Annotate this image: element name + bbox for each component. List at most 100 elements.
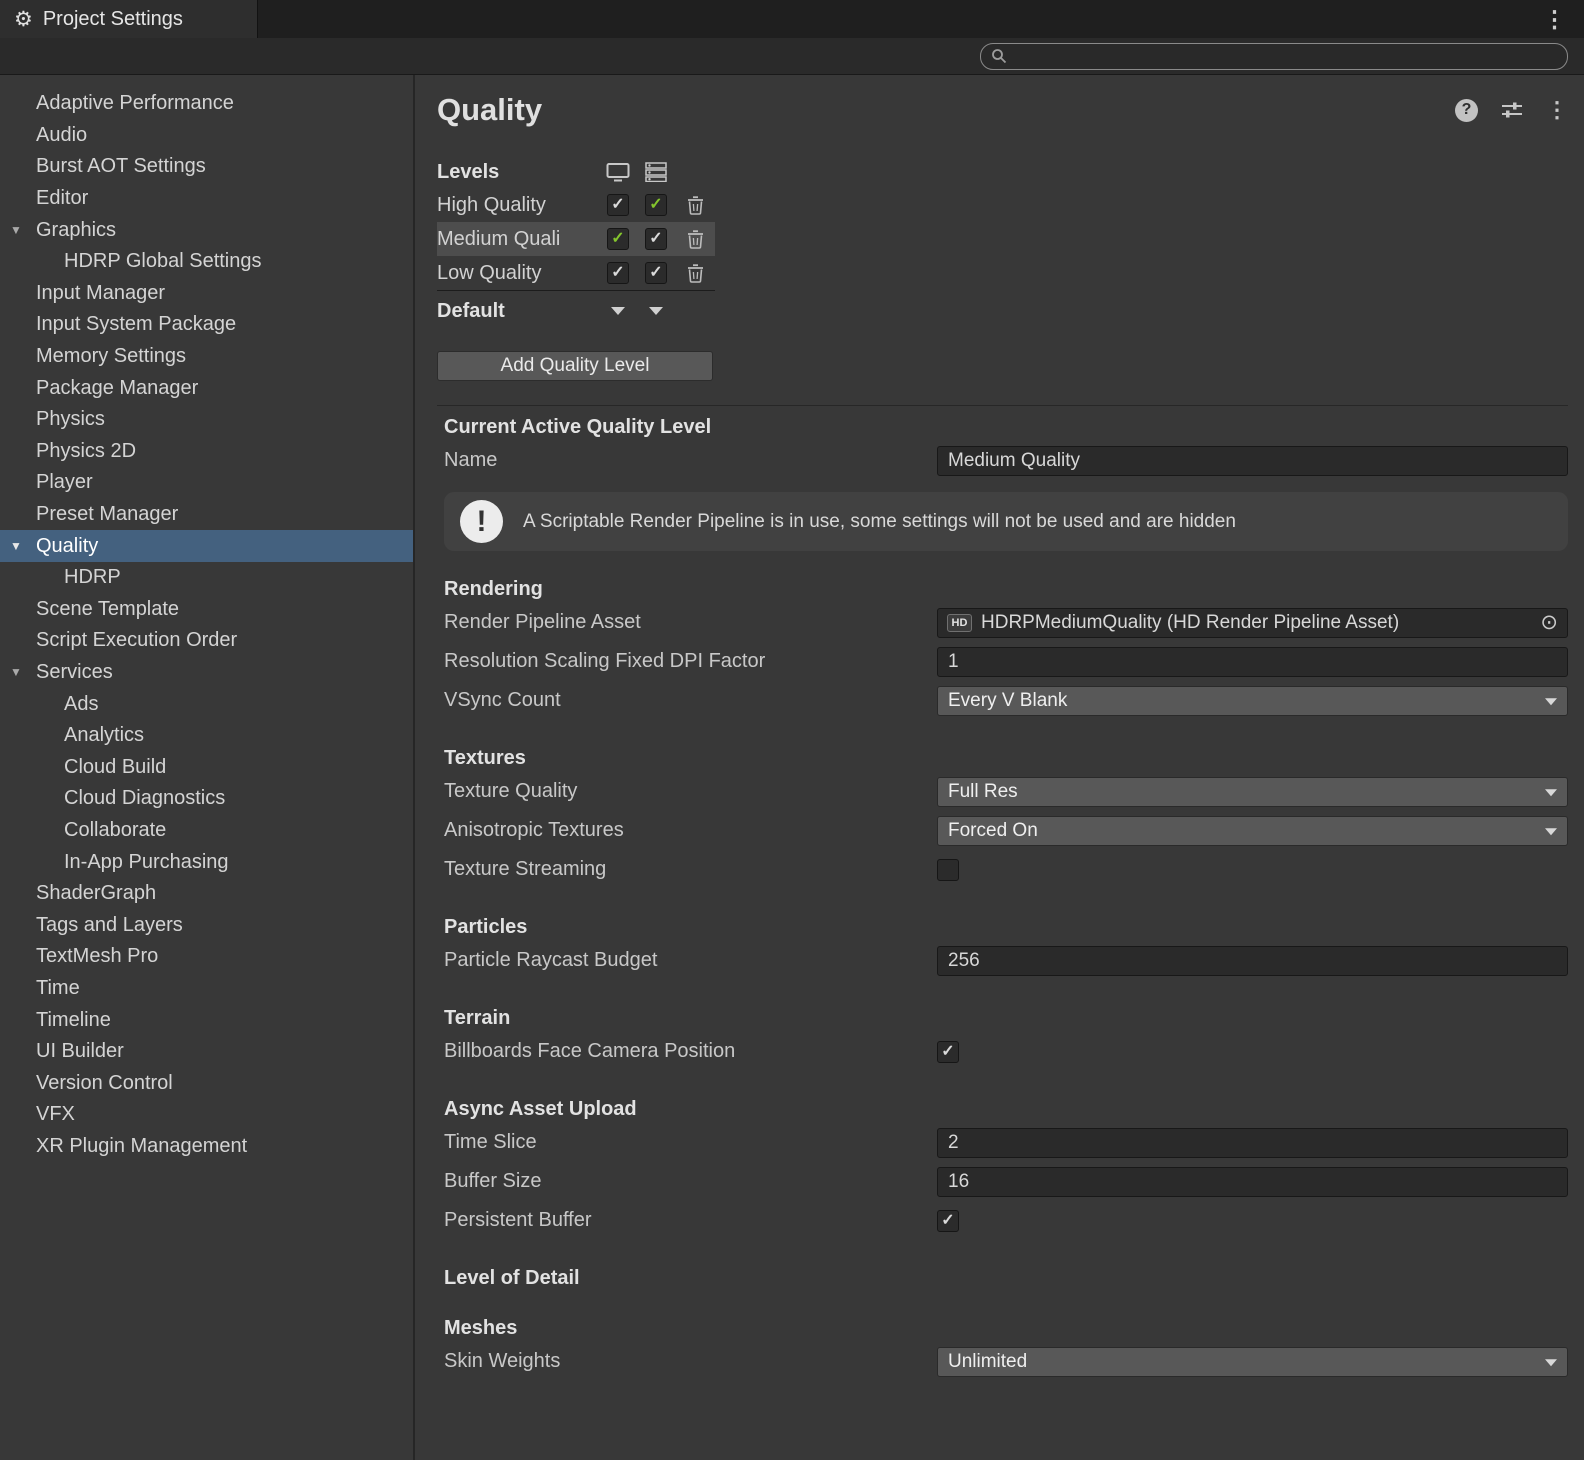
sidebar-item-scene-template[interactable]: Scene Template <box>0 594 413 626</box>
texture-quality-dropdown[interactable]: Full Res <box>937 777 1568 807</box>
sidebar-item-hdrp-global-settings[interactable]: HDRP Global Settings <box>0 246 413 278</box>
level-enabled-checkbox[interactable]: ✓ <box>645 262 667 284</box>
sidebar-item-preset-manager[interactable]: Preset Manager <box>0 499 413 531</box>
sidebar-item-physics[interactable]: Physics <box>0 404 413 436</box>
levels-header-label: Levels <box>437 161 599 184</box>
sidebar-item-services[interactable]: ▼ Services <box>0 657 413 689</box>
texture-streaming-checkbox[interactable] <box>937 859 959 881</box>
default-level-dropdown[interactable] <box>599 291 637 331</box>
sidebar-item-script-execution-order[interactable]: Script Execution Order <box>0 625 413 657</box>
chevron-down-icon <box>1545 828 1557 835</box>
window-kebab-icon[interactable]: ⋮ <box>1525 0 1584 38</box>
sidebar-item-tags-and-layers[interactable]: Tags and Layers <box>0 909 413 941</box>
sidebar-item-player[interactable]: Player <box>0 467 413 499</box>
page-title: Quality <box>437 92 542 128</box>
sidebar-item-adaptive-performance[interactable]: Adaptive Performance <box>0 88 413 120</box>
setting-row-resolution-scaling: Resolution Scaling Fixed DPI Factor 1 <box>444 642 1568 681</box>
quality-level-row-high[interactable]: High Quality ✓ ✓ <box>437 188 715 222</box>
presets-sliders-icon[interactable] <box>1500 99 1524 121</box>
sidebar-item-textmesh-pro[interactable]: TextMesh Pro <box>0 941 413 973</box>
sidebar-item-in-app-purchasing[interactable]: In-App Purchasing <box>0 846 413 878</box>
sidebar-item-cloud-diagnostics[interactable]: Cloud Diagnostics <box>0 783 413 815</box>
sidebar-item-analytics[interactable]: Analytics <box>0 720 413 752</box>
sidebar-item-vfx[interactable]: VFX <box>0 1099 413 1131</box>
persistent-buffer-checkbox[interactable]: ✓ <box>937 1210 959 1232</box>
setting-row-buffer-size: Buffer Size 16 <box>444 1162 1568 1201</box>
object-picker-icon[interactable]: ⊙ <box>1540 612 1558 633</box>
sidebar-item-physics-2d[interactable]: Physics 2D <box>0 436 413 468</box>
setting-label: Texture Quality <box>444 780 937 803</box>
sidebar-item-quality[interactable]: ▼ Quality <box>0 530 413 562</box>
sidebar-item-timeline[interactable]: Timeline <box>0 1004 413 1036</box>
quality-level-row-medium[interactable]: Medium Quali ✓ ✓ <box>437 222 715 256</box>
time-slice-input[interactable]: 2 <box>937 1128 1568 1158</box>
info-message: A Scriptable Render Pipeline is in use, … <box>523 511 1236 533</box>
level-enabled-checkbox[interactable]: ✓ <box>645 194 667 216</box>
delete-level-icon[interactable] <box>675 222 715 256</box>
foldout-triangle-icon[interactable]: ▼ <box>10 665 22 679</box>
levels-header-row: Levels <box>437 156 715 188</box>
delete-level-icon[interactable] <box>675 256 715 290</box>
render-pipeline-asset-field[interactable]: HD HDRPMediumQuality (HD Render Pipeline… <box>937 608 1568 638</box>
sidebar-item-time[interactable]: Time <box>0 973 413 1005</box>
panel-header: Quality ? ⋮ <box>437 88 1568 132</box>
level-enabled-checkbox[interactable]: ✓ <box>607 262 629 284</box>
setting-row-billboards-face-camera: Billboards Face Camera Position ✓ <box>444 1032 1568 1071</box>
setting-row-name: Name Medium Quality <box>444 441 1568 480</box>
sidebar-item-ads[interactable]: Ads <box>0 688 413 720</box>
vsync-count-dropdown[interactable]: Every V Blank <box>937 686 1568 716</box>
setting-label: Render Pipeline Asset <box>444 611 937 634</box>
section-divider <box>437 405 1568 406</box>
sidebar-item-input-system-package[interactable]: Input System Package <box>0 309 413 341</box>
level-enabled-checkbox[interactable]: ✓ <box>607 194 629 216</box>
sidebar-item-burst-aot-settings[interactable]: Burst AOT Settings <box>0 151 413 183</box>
sidebar-item-hdrp[interactable]: HDRP <box>0 562 413 594</box>
billboards-face-camera-checkbox[interactable]: ✓ <box>937 1041 959 1063</box>
sidebar-item-xr-plugin-management[interactable]: XR Plugin Management <box>0 1131 413 1163</box>
setting-row-render-pipeline-asset: Render Pipeline Asset HD HDRPMediumQuali… <box>444 603 1568 642</box>
setting-row-persistent-buffer: Persistent Buffer ✓ <box>444 1201 1568 1240</box>
foldout-triangle-icon[interactable]: ▼ <box>10 223 22 237</box>
setting-label: Texture Streaming <box>444 858 937 881</box>
setting-row-texture-streaming: Texture Streaming <box>444 850 1568 889</box>
desktop-platform-icon[interactable] <box>599 156 637 188</box>
sidebar-item-cloud-build[interactable]: Cloud Build <box>0 751 413 783</box>
resolution-scaling-dpi-input[interactable]: 1 <box>937 647 1568 677</box>
level-enabled-checkbox[interactable]: ✓ <box>645 228 667 250</box>
sidebar-item-editor[interactable]: Editor <box>0 183 413 215</box>
sidebar-item-memory-settings[interactable]: Memory Settings <box>0 341 413 373</box>
default-level-row: Default <box>437 291 715 331</box>
search-input[interactable] <box>1014 46 1557 66</box>
particle-raycast-budget-input[interactable]: 256 <box>937 946 1568 976</box>
skin-weights-dropdown[interactable]: Unlimited <box>937 1347 1568 1377</box>
anisotropic-textures-dropdown[interactable]: Forced On <box>937 816 1568 846</box>
platform-list-icon[interactable] <box>637 156 675 188</box>
sidebar-item-input-manager[interactable]: Input Manager <box>0 278 413 310</box>
quality-level-row-low[interactable]: Low Quality ✓ ✓ <box>437 256 715 290</box>
sidebar-item-audio[interactable]: Audio <box>0 120 413 152</box>
quality-name-input[interactable]: Medium Quality <box>937 446 1568 476</box>
search-box[interactable] <box>980 43 1568 70</box>
default-label: Default <box>437 300 599 323</box>
sidebar-item-collaborate[interactable]: Collaborate <box>0 815 413 847</box>
buffer-size-input[interactable]: 16 <box>937 1167 1568 1197</box>
foldout-triangle-icon[interactable]: ▼ <box>10 539 22 553</box>
delete-level-icon[interactable] <box>675 188 715 222</box>
section-level-of-detail: Level of Detail <box>437 1267 1568 1290</box>
help-icon[interactable]: ? <box>1455 99 1478 122</box>
titlebar: ⚙ Project Settings ⋮ <box>0 0 1584 38</box>
add-quality-level-button[interactable]: Add Quality Level <box>437 351 713 381</box>
tab-project-settings[interactable]: ⚙ Project Settings <box>0 0 258 38</box>
current-active-quality-section: Current Active Quality Level Name Medium… <box>437 416 1568 551</box>
chevron-down-icon <box>1545 698 1557 705</box>
sidebar-item-graphics[interactable]: ▼ Graphics <box>0 214 413 246</box>
level-enabled-checkbox[interactable]: ✓ <box>607 228 629 250</box>
panel-kebab-icon[interactable]: ⋮ <box>1546 97 1568 123</box>
setting-row-time-slice: Time Slice 2 <box>444 1123 1568 1162</box>
sidebar-item-package-manager[interactable]: Package Manager <box>0 372 413 404</box>
default-level-dropdown[interactable] <box>637 291 675 331</box>
sidebar-item-ui-builder[interactable]: UI Builder <box>0 1036 413 1068</box>
sidebar-item-version-control[interactable]: Version Control <box>0 1067 413 1099</box>
sidebar-item-shadergraph[interactable]: ShaderGraph <box>0 878 413 910</box>
level-name: Medium Quali <box>437 228 599 251</box>
